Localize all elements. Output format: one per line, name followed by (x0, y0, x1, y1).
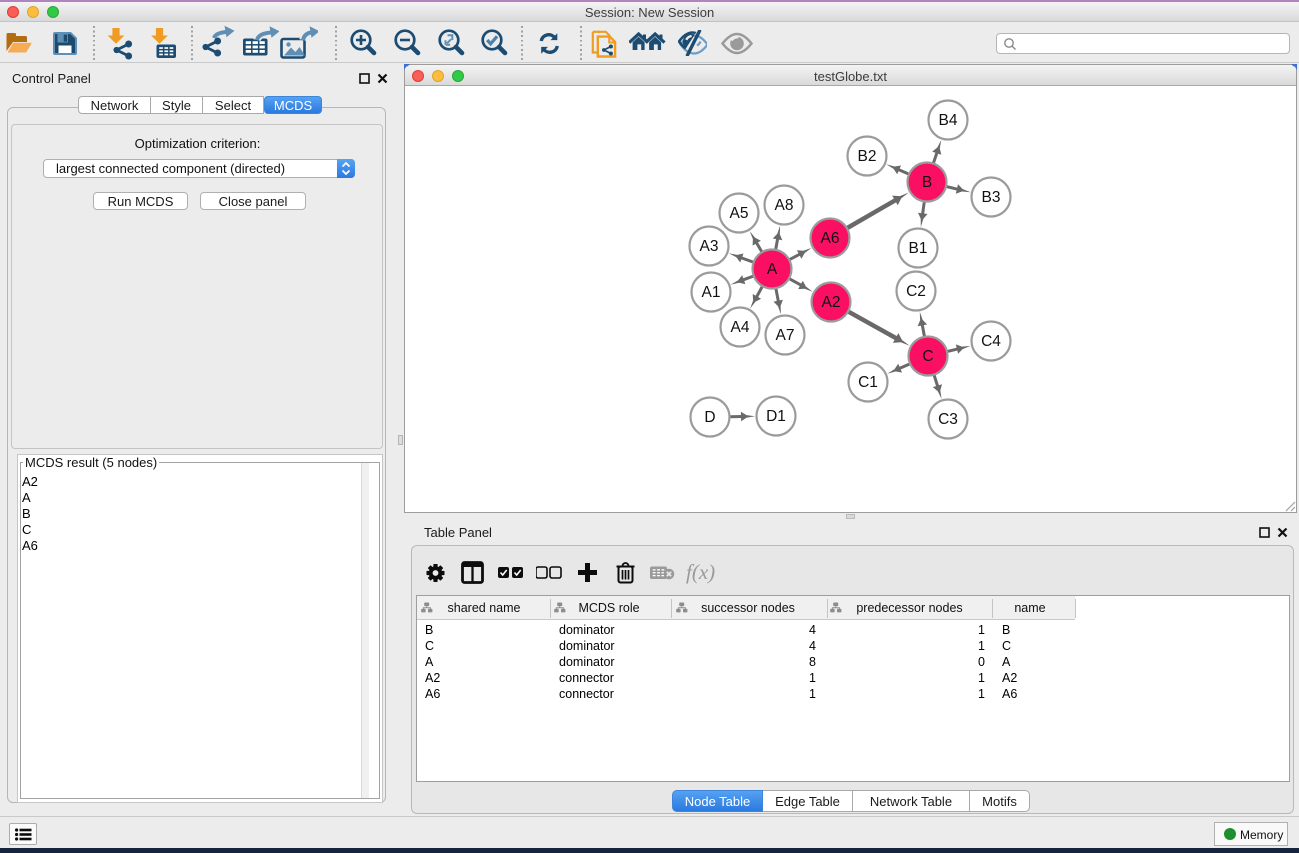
svg-text:D: D (704, 409, 715, 426)
svg-text:A2: A2 (822, 294, 841, 311)
svg-text:C3: C3 (938, 411, 958, 428)
svg-text:C4: C4 (981, 333, 1001, 350)
svg-text:D1: D1 (766, 408, 786, 425)
svg-text:C1: C1 (858, 374, 878, 391)
svg-text:A4: A4 (731, 319, 750, 336)
svg-text:A7: A7 (776, 327, 795, 344)
svg-text:B4: B4 (939, 112, 958, 129)
svg-text:A6: A6 (821, 230, 840, 247)
svg-text:B3: B3 (982, 189, 1001, 206)
svg-text:C2: C2 (906, 283, 926, 300)
svg-text:B1: B1 (909, 240, 928, 257)
svg-text:A5: A5 (730, 205, 749, 222)
svg-text:A1: A1 (702, 284, 721, 301)
svg-text:A8: A8 (775, 197, 794, 214)
svg-text:B: B (922, 174, 932, 191)
svg-text:B2: B2 (858, 148, 877, 165)
svg-text:A: A (767, 261, 778, 278)
svg-text:C: C (922, 348, 933, 365)
svg-text:A3: A3 (700, 238, 719, 255)
